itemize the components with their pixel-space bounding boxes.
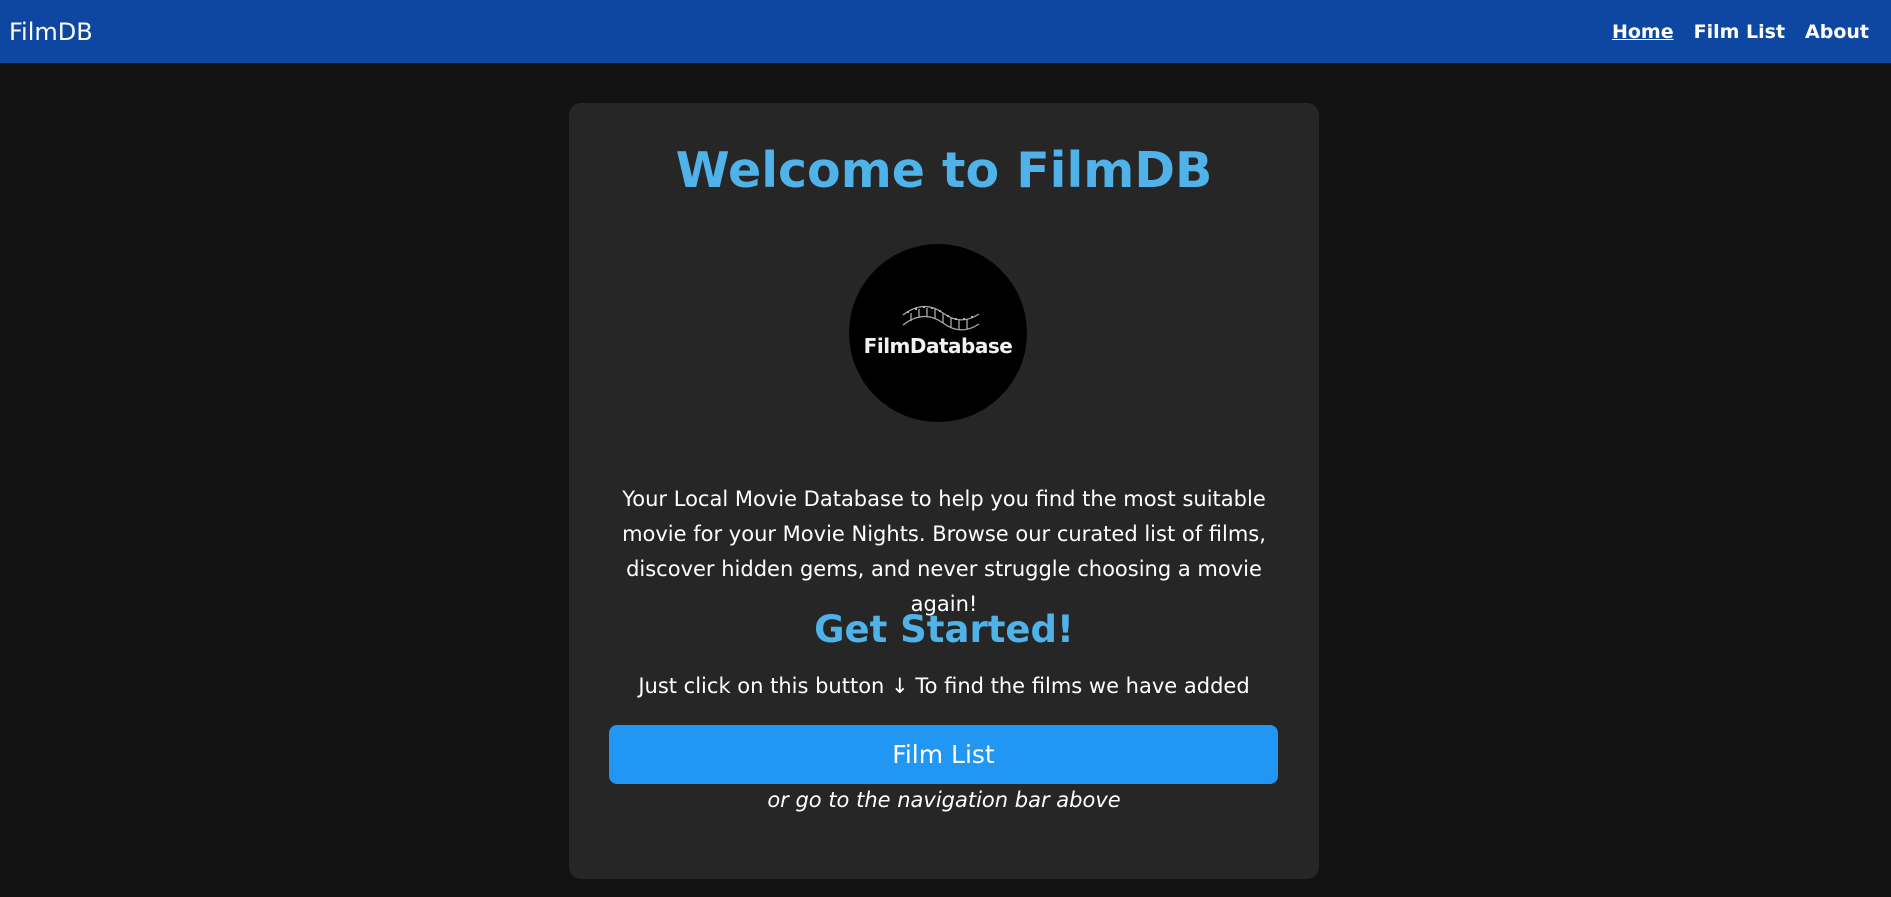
navigation-note: or go to the navigation bar above — [767, 788, 1121, 812]
navbar: FilmDB Home Film List About — [0, 0, 1891, 63]
welcome-card: Welcome to FilmDB FilmDatabase Your Loca — [569, 103, 1319, 879]
film-strip-icon — [902, 305, 980, 331]
filmdb-logo: FilmDatabase — [849, 244, 1027, 422]
logo-text: FilmDatabase — [863, 334, 1013, 358]
film-list-button[interactable]: Film List — [609, 725, 1278, 784]
nav-link-film-list[interactable]: Film List — [1694, 21, 1785, 43]
get-started-heading: Get Started! — [814, 608, 1074, 651]
button-instruction: Just click on this button ↓ To find the … — [638, 674, 1250, 698]
nav-links: Home Film List About — [1612, 21, 1869, 43]
brand-link[interactable]: FilmDB — [9, 18, 93, 46]
page-title: Welcome to FilmDB — [675, 142, 1213, 199]
nav-link-about[interactable]: About — [1805, 21, 1869, 43]
nav-link-home[interactable]: Home — [1612, 21, 1674, 43]
intro-description: Your Local Movie Database to help you fi… — [622, 487, 1266, 616]
